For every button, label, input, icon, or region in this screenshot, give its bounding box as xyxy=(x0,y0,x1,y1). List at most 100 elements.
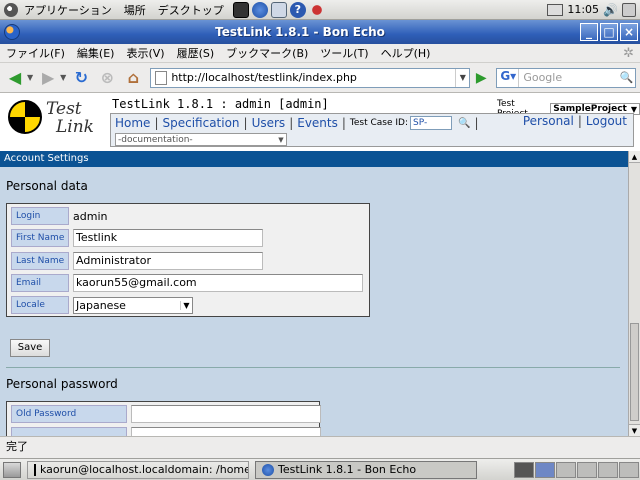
last-name-input[interactable]: Administrator xyxy=(73,252,263,270)
forward-dropdown-icon[interactable]: ▼ xyxy=(60,73,66,82)
bottom-panel: kaorun@localhost.localdomain: /home··· T… xyxy=(0,458,640,480)
testlink-nav: Home | Specification | Users | Events | Test… xyxy=(110,113,634,147)
throbber-icon: ✲ xyxy=(623,45,634,61)
bug-launcher-icon[interactable] xyxy=(308,1,325,18)
locale-select[interactable]: Japanese ▼ xyxy=(73,296,193,314)
gnome-foot-icon[interactable] xyxy=(4,2,18,17)
old-password-input[interactable] xyxy=(131,405,321,423)
tc-search-icon[interactable]: 🔍 xyxy=(458,118,470,129)
close-button[interactable]: × xyxy=(620,23,638,41)
help-launcher-icon[interactable]: ? xyxy=(289,1,306,18)
go-icon[interactable]: ▶ xyxy=(472,70,490,86)
workspace-3[interactable] xyxy=(577,461,597,478)
minimize-button[interactable]: _ xyxy=(580,23,598,41)
menubar: ファイル(F) 編集(E) 表示(V) 履歴(S) ブックマーク(B) ツール(… xyxy=(0,44,640,63)
url-text[interactable]: http://localhost/testlink/index.php xyxy=(171,71,455,84)
logout-link[interactable]: Logout xyxy=(586,114,627,128)
window-title: TestLink 1.8.1 - Bon Echo xyxy=(215,25,385,39)
url-bar[interactable]: http://localhost/testlink/index.php ▼ xyxy=(150,67,471,88)
url-dropdown-icon[interactable]: ▼ xyxy=(455,68,469,87)
new-password-input[interactable] xyxy=(131,427,321,436)
maximize-button[interactable]: □ xyxy=(600,23,618,41)
menu-edit[interactable]: 編集(E) xyxy=(71,45,121,61)
nav-events-link[interactable]: Events xyxy=(297,116,338,130)
firefox-icon[interactable] xyxy=(4,24,20,40)
search-bar[interactable]: G▾ Google 🔍 xyxy=(496,67,637,88)
volume-icon[interactable]: 🔊 xyxy=(603,3,618,17)
scroll-up-icon[interactable]: ▲ xyxy=(629,151,640,163)
vertical-scrollbar[interactable]: ▲ ▼ xyxy=(628,151,640,436)
first-name-input[interactable]: Testlink xyxy=(73,229,263,247)
personal-data-heading: Personal data xyxy=(6,179,88,193)
login-label: Login xyxy=(11,207,69,225)
account-settings-bar: Account Settings xyxy=(0,151,628,167)
power-icon[interactable] xyxy=(622,2,636,17)
nav-specification-link[interactable]: Specification xyxy=(162,116,239,130)
search-icon[interactable]: 🔍 xyxy=(617,71,635,84)
personal-password-heading: Personal password xyxy=(6,377,118,391)
menu-history[interactable]: 履歴(S) xyxy=(171,45,221,61)
scrollbar-thumb[interactable] xyxy=(630,323,639,421)
trash-icon[interactable] xyxy=(514,461,534,478)
taskbar-browser[interactable]: TestLink 1.8.1 - Bon Echo xyxy=(255,460,477,479)
workspace-5[interactable] xyxy=(619,461,639,478)
back-dropdown-icon[interactable]: ▼ xyxy=(27,73,33,82)
menu-desktop[interactable]: デスクトップ xyxy=(152,2,230,18)
menu-help[interactable]: ヘルプ(H) xyxy=(375,45,437,61)
testlink-logo-icon xyxy=(8,100,42,134)
home-icon[interactable]: ⌂ xyxy=(122,67,144,89)
taskbar-browser-label: TestLink 1.8.1 - Bon Echo xyxy=(278,463,417,476)
personal-link[interactable]: Personal xyxy=(523,114,574,128)
workspace-2[interactable] xyxy=(556,461,576,478)
show-desktop-icon[interactable] xyxy=(3,461,21,478)
email-input[interactable]: kaorun55@gmail.com xyxy=(73,274,363,292)
documentation-select[interactable]: -documentation- ▼ xyxy=(115,133,287,146)
new-password-label xyxy=(11,427,127,436)
menu-places[interactable]: 場所 xyxy=(118,2,152,18)
stop-icon[interactable]: ⊗ xyxy=(96,67,118,89)
mail-launcher-icon[interactable] xyxy=(270,1,287,18)
password-fieldset: Old Password xyxy=(6,401,321,436)
back-icon[interactable]: ◀ xyxy=(4,67,26,89)
locale-value: Japanese xyxy=(76,298,126,312)
nav-users-link[interactable]: Users xyxy=(252,116,286,130)
taskbar-terminal[interactable]: kaorun@localhost.localdomain: /home··· xyxy=(27,460,249,479)
forward-icon[interactable]: ▶ xyxy=(37,67,59,89)
menu-bookmarks[interactable]: ブックマーク(B) xyxy=(220,45,314,61)
window-titlebar[interactable]: TestLink 1.8.1 - Bon Echo _ □ × xyxy=(0,20,640,44)
documentation-value: -documentation- xyxy=(118,134,193,145)
top-panel: アプリケーション 場所 デスクトップ ? 11:05 🔊 xyxy=(0,0,640,20)
logo-text-2: Link xyxy=(56,117,94,137)
first-name-label: First Name xyxy=(11,229,69,247)
locale-label: Locale xyxy=(11,296,69,314)
reload-icon[interactable]: ↻ xyxy=(70,67,92,89)
last-name-label: Last Name xyxy=(11,252,69,270)
menu-applications[interactable]: アプリケーション xyxy=(18,2,118,18)
clock[interactable]: 11:05 xyxy=(567,3,599,16)
terminal-launcher-icon[interactable] xyxy=(232,1,249,18)
firefox-icon xyxy=(262,463,274,476)
search-placeholder[interactable]: Google xyxy=(519,71,617,84)
testlink-header: Test Link TestLink 1.8.1 : admin [admin]… xyxy=(0,93,640,151)
menu-file[interactable]: ファイル(F) xyxy=(0,45,71,61)
menu-tools[interactable]: ツール(T) xyxy=(314,45,374,61)
testlink-title: TestLink 1.8.1 : admin [admin] xyxy=(112,97,329,111)
menu-view[interactable]: 表示(V) xyxy=(120,45,170,61)
tc-id-input[interactable]: SP- xyxy=(410,116,453,130)
taskbar-terminal-label: kaorun@localhost.localdomain: /home··· xyxy=(40,463,249,476)
account-settings-body: Personal data Login admin First Name Tes… xyxy=(0,167,628,436)
google-engine-icon[interactable]: G▾ xyxy=(497,68,520,87)
printer-icon[interactable] xyxy=(547,3,564,16)
workspace-1[interactable] xyxy=(535,461,555,478)
save-button[interactable]: Save xyxy=(10,339,50,357)
tc-id-label: Test Case ID: xyxy=(349,118,409,128)
browser-launcher-icon[interactable] xyxy=(251,1,268,18)
terminal-icon xyxy=(34,463,36,476)
scroll-down-icon[interactable]: ▼ xyxy=(629,424,640,436)
workspace-4[interactable] xyxy=(598,461,618,478)
page-favicon-icon xyxy=(155,70,168,85)
testlink-logo[interactable]: Test Link xyxy=(6,97,96,141)
nav-home-link[interactable]: Home xyxy=(115,116,150,130)
chevron-down-icon: ▼ xyxy=(278,135,284,144)
personal-data-fieldset: Login admin First Name Testlink Last Nam… xyxy=(6,203,370,317)
